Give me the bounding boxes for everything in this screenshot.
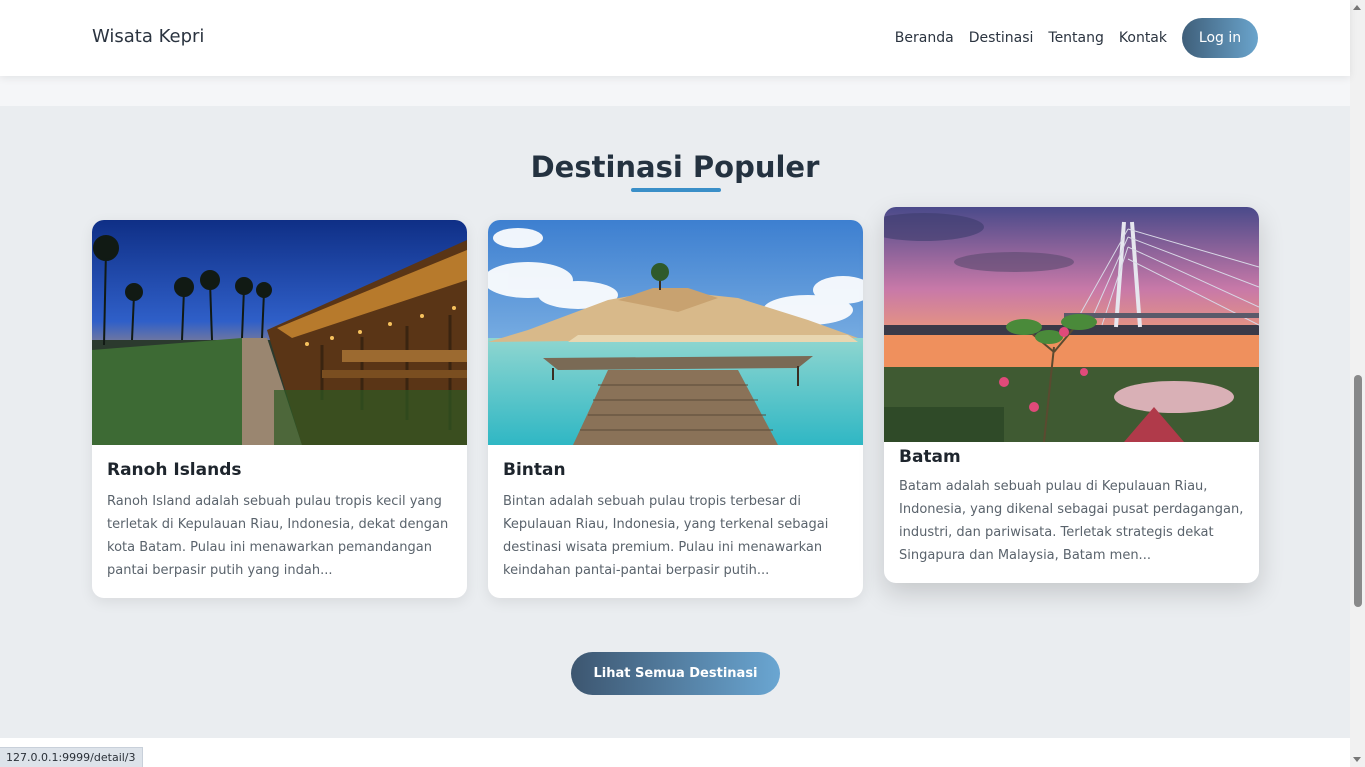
nav-link-kontak[interactable]: Kontak (1119, 30, 1167, 46)
nav-link-destinasi[interactable]: Destinasi (969, 30, 1034, 46)
site-brand[interactable]: Wisata Kepri (92, 26, 204, 47)
vertical-scrollbar[interactable] (1350, 0, 1365, 767)
popular-destinations-section: Destinasi Populer Ranoh Islands Ranoh Is… (0, 106, 1350, 738)
card-description: Bintan adalah sebuah pulau tropis terbes… (503, 494, 829, 578)
navbar: Wisata Kepri Beranda Destinasi Tentang K… (0, 0, 1350, 76)
hero-bottom-strip (0, 76, 1350, 106)
section-title: Destinasi Populer (530, 150, 820, 184)
card-description: Batam adalah sebuah pulau di Kepulauan R… (899, 479, 1244, 563)
view-all-destinations-button[interactable]: Lihat Semua Destinasi (571, 652, 780, 695)
login-button[interactable]: Log in (1182, 18, 1258, 58)
nav-link-beranda[interactable]: Beranda (895, 30, 954, 46)
scroll-down-icon[interactable] (1353, 757, 1361, 762)
destination-card-batam[interactable]: Batam Batam adalah sebuah pulau di Kepul… (884, 207, 1259, 583)
nav-links: Beranda Destinasi Tentang Kontak Log in (895, 18, 1258, 58)
card-description: Ranoh Island adalah sebuah pulau tropis … (107, 494, 449, 578)
card-title: Bintan (503, 460, 566, 480)
status-bar-url: 127.0.0.1:9999/detail/3 (0, 747, 143, 767)
destination-card-bintan[interactable]: Bintan Bintan adalah sebuah pulau tropis… (488, 220, 863, 598)
card-title: Batam (899, 447, 961, 467)
ranoh-photo (92, 220, 467, 445)
batam-photo (884, 207, 1259, 442)
scroll-up-icon[interactable] (1353, 5, 1361, 10)
title-underline (631, 188, 721, 192)
nav-link-tentang[interactable]: Tentang (1048, 30, 1104, 46)
bintan-photo (488, 220, 863, 445)
page-bottom (0, 738, 1350, 767)
card-title: Ranoh Islands (107, 460, 242, 480)
destination-card-ranoh[interactable]: Ranoh Islands Ranoh Island adalah sebuah… (92, 220, 467, 598)
scroll-thumb[interactable] (1354, 375, 1362, 607)
